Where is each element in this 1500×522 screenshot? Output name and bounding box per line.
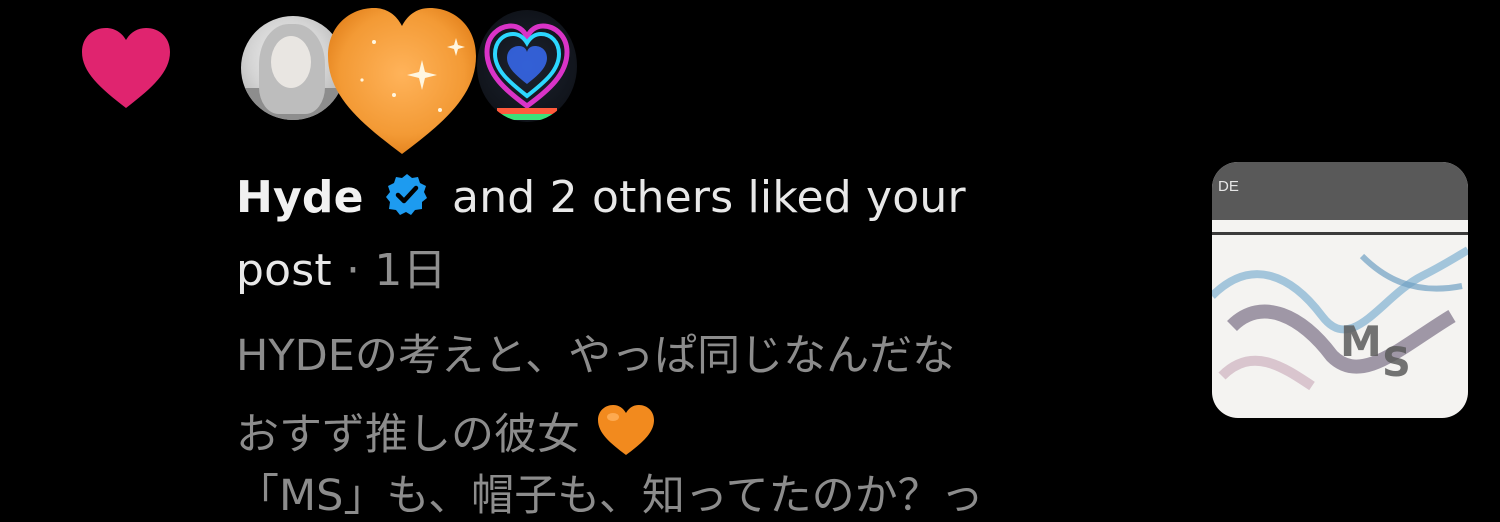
thumbnail-divider [1212,232,1468,235]
post-text-line: おすず推しの彼女 [236,403,656,461]
action-text-2: post [236,245,332,296]
verified-badge-icon [385,174,427,215]
thumbnail-header: DE [1212,162,1468,220]
avatar-orange-heart[interactable] [322,0,482,160]
heart-icon [82,28,170,108]
orange-heart-emoji-icon [597,405,654,455]
thumbnail-label: DE [1218,178,1239,195]
post-text-line2: おすず推しの彼女 [236,410,580,460]
username[interactable]: Hyde [236,172,364,223]
timestamp: 1日 [374,245,447,296]
post-thumbnail[interactable]: DE M S [1212,162,1468,418]
post-text-line: HYDEの考えと、やっぱ同じなんだな [236,331,956,381]
action-text: and 2 others liked your [452,172,966,223]
thumbnail-artwork: M S [1212,246,1468,391]
svg-text:S: S [1382,340,1411,386]
separator: · [331,245,375,296]
thumbnail-ms-art: M [1340,317,1382,366]
avatar-rainbow-heart[interactable] [477,10,577,122]
notification-text-line2: post · 1日 [236,245,447,297]
notification-text[interactable]: Hyde and 2 others liked your [236,172,966,224]
post-text-line: 「MS」も、帽子も、知ってたのか？っ [236,471,984,521]
